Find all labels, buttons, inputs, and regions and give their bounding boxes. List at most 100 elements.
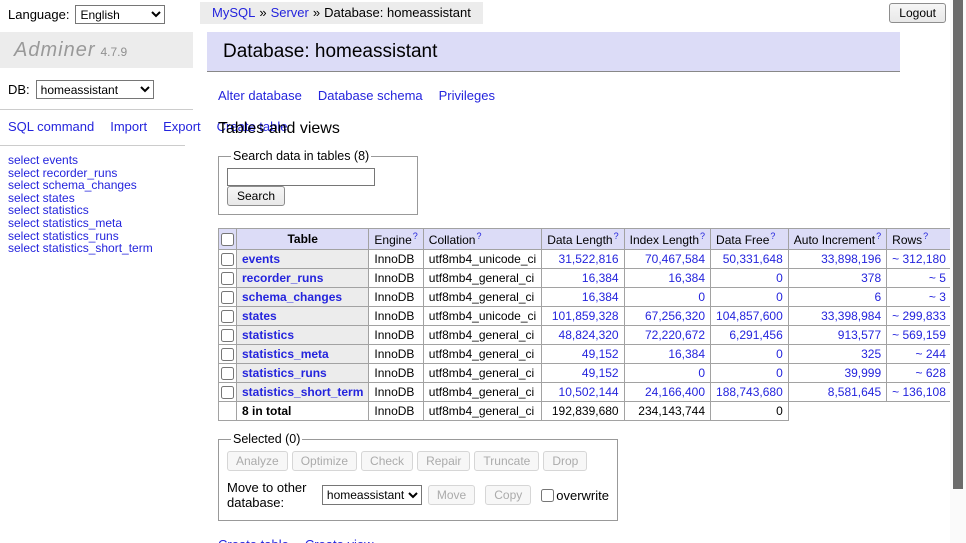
table-link-states[interactable]: states — [242, 309, 277, 323]
data_length-cell: 101,859,328 — [542, 307, 624, 326]
sidebar-link-import[interactable]: Import — [110, 119, 147, 134]
index-length-link[interactable]: 0 — [698, 366, 705, 380]
rows-link[interactable]: ~ 3 — [929, 290, 946, 304]
index-length-link[interactable]: 72,220,672 — [645, 328, 705, 342]
sidebar-link-sql-command[interactable]: SQL command — [8, 119, 94, 134]
help-link[interactable]: ? — [476, 231, 481, 241]
data-length-link[interactable]: 16,384 — [582, 271, 619, 285]
data-length-link[interactable]: 16,384 — [582, 290, 619, 304]
data-free-link[interactable]: 188,743,680 — [716, 385, 783, 399]
collation-cell: utf8mb4_general_ci — [423, 364, 541, 383]
auto-increment-link[interactable]: 39,999 — [844, 366, 881, 380]
data-length-link[interactable]: 31,522,816 — [559, 252, 619, 266]
data-length-link[interactable]: 49,152 — [582, 366, 619, 380]
index-length-link[interactable]: 24,166,400 — [645, 385, 705, 399]
auto-increment-link[interactable]: 325 — [861, 347, 881, 361]
help-link[interactable]: ? — [700, 231, 705, 241]
row-checkbox[interactable] — [221, 272, 234, 285]
index-length-link[interactable]: 16,384 — [668, 271, 705, 285]
index-length-link[interactable]: 16,384 — [668, 347, 705, 361]
help-link[interactable]: ? — [614, 231, 619, 241]
data-free-link[interactable]: 6,291,456 — [729, 328, 782, 342]
help-link[interactable]: ? — [413, 231, 418, 241]
auto-increment-link[interactable]: 33,898,196 — [821, 252, 881, 266]
index_length-cell: 24,166,400 — [624, 383, 710, 402]
index-length-link[interactable]: 0 — [698, 290, 705, 304]
auto-increment-link[interactable]: 913,577 — [838, 328, 881, 342]
data-free-link[interactable]: 0 — [776, 347, 783, 361]
sidebar-select-link-select-events[interactable]: select events — [8, 154, 193, 167]
data-length-link[interactable]: 49,152 — [582, 347, 619, 361]
search-button[interactable]: Search — [227, 186, 285, 206]
data-length-link[interactable]: 48,824,320 — [559, 328, 619, 342]
move-db-select[interactable]: homeassistant — [322, 485, 422, 505]
search-input[interactable] — [227, 168, 375, 186]
overwrite-label: overwrite — [556, 488, 609, 503]
row-checkbox[interactable] — [221, 367, 234, 380]
data-free-link[interactable]: 50,331,648 — [723, 252, 783, 266]
table-link-events[interactable]: events — [242, 252, 280, 266]
data-length-link[interactable]: 10,502,144 — [559, 385, 619, 399]
data-length-link[interactable]: 101,859,328 — [552, 309, 619, 323]
table-link-statistics[interactable]: statistics — [242, 328, 294, 342]
sidebar-select-link-select-schema-changes[interactable]: select schema_changes — [8, 179, 193, 192]
total-row: 8 in totalInnoDButf8mb4_general_ci192,83… — [219, 402, 966, 421]
row-checkbox[interactable] — [221, 253, 234, 266]
top-link-privileges[interactable]: Privileges — [439, 88, 495, 103]
data-free-link[interactable]: 104,857,600 — [716, 309, 783, 323]
table-link-statistics-meta[interactable]: statistics_meta — [242, 347, 329, 361]
rows-link[interactable]: ~ 312,180 — [892, 252, 946, 266]
rows-link[interactable]: ~ 299,833 — [892, 309, 946, 323]
help-link[interactable]: ? — [876, 231, 881, 241]
sidebar-select-link-select-statistics-meta[interactable]: select statistics_meta — [8, 217, 193, 230]
collation-cell: utf8mb4_general_ci — [423, 269, 541, 288]
link-create-view[interactable]: Create view — [305, 537, 374, 543]
table-link-statistics-runs[interactable]: statistics_runs — [242, 366, 327, 380]
index_length-cell: 16,384 — [624, 345, 710, 364]
data_free-cell: 0 — [711, 345, 789, 364]
rows-link[interactable]: ~ 244 — [916, 347, 946, 361]
adminer-version[interactable]: 4.7.9 — [100, 45, 127, 59]
column-header-engine: Engine? — [369, 229, 423, 250]
column-header-auto-increment: Auto Increment? — [788, 229, 886, 250]
analyze-button: Analyze — [227, 451, 288, 471]
rows-link[interactable]: ~ 569,159 — [892, 328, 946, 342]
adminer-logo[interactable]: Adminer — [14, 39, 95, 61]
index-length-link[interactable]: 70,467,584 — [645, 252, 705, 266]
data-free-link[interactable]: 0 — [776, 290, 783, 304]
row-checkbox[interactable] — [221, 348, 234, 361]
scrollbar-thumb[interactable] — [953, 0, 963, 489]
auto-increment-link[interactable]: 378 — [861, 271, 881, 285]
rows-link[interactable]: ~ 136,108 — [892, 385, 946, 399]
overwrite-checkbox[interactable] — [541, 489, 554, 502]
data-free-link[interactable]: 0 — [776, 271, 783, 285]
auto-increment-link[interactable]: 6 — [874, 290, 881, 304]
auto-increment-link[interactable]: 33,398,984 — [821, 309, 881, 323]
scrollbar-track[interactable] — [950, 0, 966, 543]
sidebar-select-link-select-statistics-short-term[interactable]: select statistics_short_term — [8, 242, 193, 255]
db-select[interactable]: homeassistant — [36, 80, 154, 99]
sidebar-command-links: SQL commandImportExportCreate table — [0, 110, 185, 146]
help-link[interactable]: ? — [770, 231, 775, 241]
auto-increment-link[interactable]: 8,581,645 — [828, 385, 881, 399]
help-link[interactable]: ? — [923, 231, 928, 241]
table-link-statistics-short-term[interactable]: statistics_short_term — [242, 385, 363, 399]
engine-cell: InnoDB — [369, 269, 423, 288]
row-checkbox[interactable] — [221, 291, 234, 304]
engine-cell: InnoDB — [369, 383, 423, 402]
row-checkbox[interactable] — [221, 310, 234, 323]
row-checkbox[interactable] — [221, 386, 234, 399]
top-link-alter-database[interactable]: Alter database — [218, 88, 302, 103]
index-length-link[interactable]: 67,256,320 — [645, 309, 705, 323]
data-free-link[interactable]: 0 — [776, 366, 783, 380]
engine-cell: InnoDB — [369, 364, 423, 383]
row-checkbox[interactable] — [221, 329, 234, 342]
table-link-recorder-runs[interactable]: recorder_runs — [242, 271, 323, 285]
rows-link[interactable]: ~ 628 — [916, 366, 946, 380]
select-all-checkbox[interactable] — [221, 233, 234, 246]
top-link-database-schema[interactable]: Database schema — [318, 88, 423, 103]
link-create-table[interactable]: Create table — [218, 537, 289, 543]
rows-link[interactable]: ~ 5 — [929, 271, 946, 285]
table-link-schema-changes[interactable]: schema_changes — [242, 290, 342, 304]
sidebar: Adminer4.7.9 DB: homeassistant SQL comma… — [0, 0, 193, 255]
